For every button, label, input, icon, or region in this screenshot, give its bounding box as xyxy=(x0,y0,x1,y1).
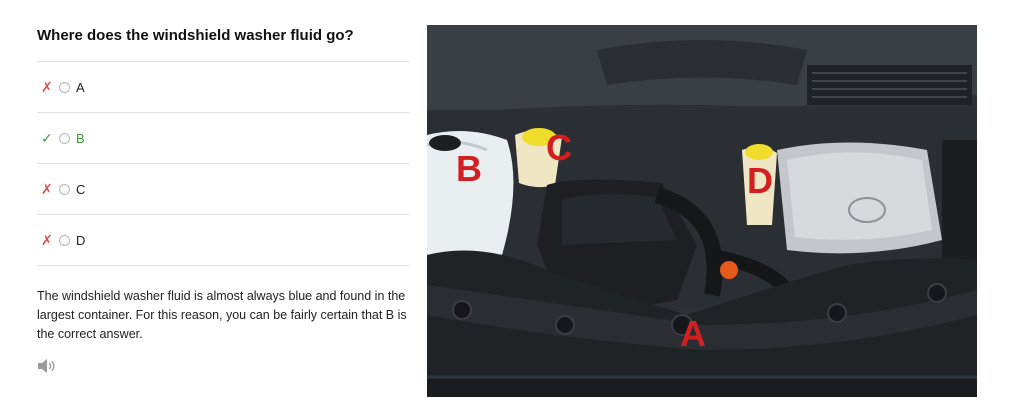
radio-button[interactable] xyxy=(59,234,70,246)
radio-button[interactable] xyxy=(59,81,70,93)
option-label: B xyxy=(76,130,85,146)
question-text: Where does the windshield washer fluid g… xyxy=(37,27,354,44)
engine-bay-photo: B C D A xyxy=(427,25,977,397)
option-a[interactable]: ✗ A xyxy=(37,62,409,113)
option-label: C xyxy=(76,181,86,197)
incorrect-mark-icon: ✗ xyxy=(41,231,53,248)
option-label: D xyxy=(76,232,86,248)
label-c: C xyxy=(546,127,572,168)
explanation-text: The windshield washer fluid is almost al… xyxy=(37,289,407,341)
speaker-icon[interactable] xyxy=(37,358,57,374)
option-d[interactable]: ✗ D xyxy=(37,215,409,266)
label-d: D xyxy=(747,160,773,201)
answer-options: ✗ A ✓ B ✗ C ✗ D xyxy=(37,61,409,266)
option-c[interactable]: ✗ C xyxy=(37,164,409,215)
label-b: B xyxy=(456,148,482,189)
correct-mark-icon: ✓ xyxy=(41,129,53,146)
incorrect-mark-icon: ✗ xyxy=(41,78,53,95)
option-label: A xyxy=(76,79,85,95)
option-b[interactable]: ✓ B xyxy=(37,113,409,164)
radio-button[interactable] xyxy=(59,132,70,144)
radio-button[interactable] xyxy=(59,183,70,195)
incorrect-mark-icon: ✗ xyxy=(41,180,53,197)
label-a: A xyxy=(680,313,706,354)
